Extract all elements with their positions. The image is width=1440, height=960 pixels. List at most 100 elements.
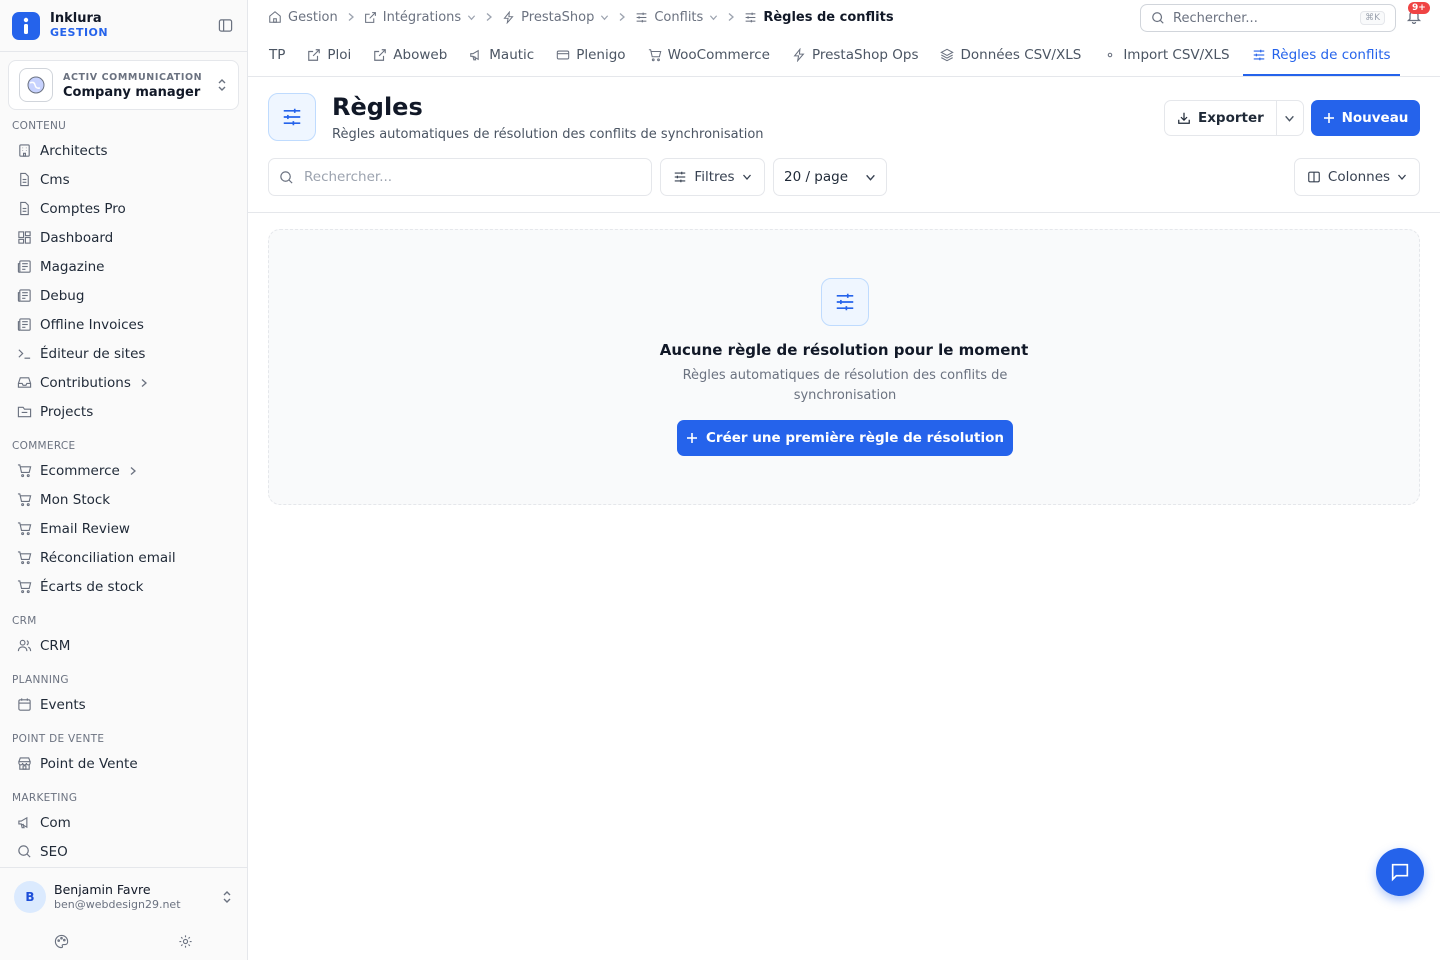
sidebar-item-ecarts-de-stock[interactable]: Écarts de stock [0,572,247,601]
gear-icon[interactable] [178,934,193,949]
filters-button[interactable]: Filtres [660,158,765,196]
sidebar-item-events[interactable]: Events [0,690,247,719]
sidebar-item-label: Dashboard [40,229,114,246]
columns-label: Colonnes [1327,169,1391,185]
sliders-icon [1252,48,1266,62]
sidebar-item-architects[interactable]: Architects [0,136,247,165]
new-button[interactable]: Nouveau [1311,100,1420,136]
tab-regles-de-conflits[interactable]: Règles de conflits [1242,35,1400,76]
notification-badge: 9+ [1408,2,1430,14]
create-first-rule-button[interactable]: Créer une première règle de résolution [677,420,1013,456]
tab-prestashop-ops[interactable]: PrestaShop Ops [783,35,928,76]
breadcrumb-item-gestion[interactable]: Gestion [268,10,338,25]
brand-subtitle: GESTION [50,25,109,39]
sidebar-item-reconciliation-email[interactable]: Réconciliation email [0,543,247,572]
tab-woocommerce[interactable]: WooCommerce [639,35,779,76]
sidebar-item-editeur-de-sites[interactable]: Éditeur de sites [0,339,247,368]
sidebar-item-crm[interactable]: CRM [0,631,247,660]
sidebar-item-label: Écarts de stock [40,578,144,595]
sidebar-item-magazine[interactable]: Magazine [0,252,247,281]
chevron-right-icon [346,12,356,22]
sidebar-item-debug[interactable]: Debug [0,281,247,310]
sidebar-toggle-icon[interactable] [215,16,235,36]
sliders-icon [744,11,757,24]
brand-logo-icon[interactable] [12,11,40,40]
sidebar-item-dashboard[interactable]: Dashboard [0,223,247,252]
chat-button[interactable] [1376,848,1424,896]
export-dropdown-button[interactable] [1277,101,1303,135]
organization-switcher[interactable]: ACTIV COMMUNICATION Company manager [8,60,239,110]
tab-plenigo[interactable]: Plenigo [547,35,634,76]
sidebar-item-label: Events [40,696,86,713]
tab-label: Plenigo [576,46,626,63]
empty-state-title: Aucune règle de résolution pour le momen… [659,341,1029,359]
divider [248,212,1440,213]
tab-label: Aboweb [393,46,448,63]
tab-label: Mautic [489,46,535,63]
terminal-icon [16,346,32,362]
organization-label: ACTIV COMMUNICATION [63,72,203,83]
columns-button[interactable]: Colonnes [1294,158,1420,196]
sidebar-item-email-review[interactable]: Email Review [0,514,247,543]
sidebar-item-ecommerce[interactable]: Ecommerce [0,456,247,485]
search-icon [16,844,32,860]
tab-aboweb[interactable]: Aboweb [364,35,456,76]
cart-icon [648,48,662,62]
globe-icon [19,68,53,102]
sidebar-item-cms[interactable]: Cms [0,165,247,194]
sidebar-nav: CONTENU Architects Cms Comptes Pro Dashb… [0,116,247,866]
chevron-right-icon [726,12,736,22]
tab-donnees-csv-xls[interactable]: Données CSV/XLS [931,35,1090,76]
sidebar-item-label: Point de Vente [40,755,138,772]
sidebar-item-point-de-vente[interactable]: Point de Vente [0,749,247,778]
file-icon [16,172,32,188]
user-menu[interactable]: B Benjamin Favre ben@webdesign29.net [0,868,247,926]
chevron-down-icon [467,13,476,22]
user-email: ben@webdesign29.net [54,898,181,911]
tab-mautic[interactable]: Mautic [460,35,543,76]
megaphone-icon [16,815,32,831]
sidebar-item-label: Comptes Pro [40,200,126,217]
breadcrumb-item-regles-de-conflits: Règles de conflits [744,10,894,25]
columns-icon [1307,170,1321,184]
chevron-up-down-icon [221,890,233,904]
sidebar-item-mon-stock[interactable]: Mon Stock [0,485,247,514]
tab-import-csv-xls[interactable]: Import CSV/XLS [1094,35,1238,76]
layers-icon [940,48,955,62]
dot-icon [1103,48,1117,62]
sidebar-item-projects[interactable]: Projects [0,397,247,426]
sidebar-item-com[interactable]: Com [0,808,247,837]
tab-ploi[interactable]: Ploi [298,35,360,76]
breadcrumb-item-conflits[interactable]: Conflits [635,10,718,25]
palette-icon[interactable] [54,934,69,949]
sidebar-item-offline-invoices[interactable]: Offline Invoices [0,310,247,339]
avatar: B [14,881,46,913]
list-search-input[interactable]: Rechercher... [268,158,652,196]
user-panel: B Benjamin Favre ben@webdesign29.net [0,867,247,960]
sidebar-item-seo[interactable]: SEO [0,837,247,866]
sidebar-item-contributions[interactable]: Contributions [0,368,247,397]
cart-icon [16,463,32,479]
global-search-placeholder: Rechercher... [1173,10,1258,26]
breadcrumb-item-integrations[interactable]: Intégrations [364,10,476,25]
chevron-down-icon [1284,113,1295,124]
sidebar-item-comptes-pro[interactable]: Comptes Pro [0,194,247,223]
sidebar-item-label: Contributions [40,374,131,391]
chevron-down-icon [865,172,876,183]
chevron-down-icon [709,13,718,22]
tab-label: TP [269,46,286,63]
tab-tp[interactable]: TP [260,35,294,76]
chevron-right-icon [139,378,149,388]
sidebar-item-label: Mon Stock [40,491,111,508]
export-button[interactable]: Exporter [1165,101,1277,135]
global-search-input[interactable]: Rechercher... ⌘K [1140,4,1396,32]
sidebar: Inklura GESTION ACTIV COMMUNICATION Comp… [0,0,248,960]
organization-name: Company manager [63,85,201,100]
newspaper-icon [16,259,32,275]
chevron-right-icon [128,466,138,476]
breadcrumb-item-prestashop[interactable]: PrestaShop [502,10,609,25]
sidebar-item-label: Projects [40,403,94,420]
chevron-down-icon [1397,172,1407,182]
nav-section-title: PLANNING [12,674,69,686]
per-page-select[interactable]: 20 / page [773,158,887,196]
